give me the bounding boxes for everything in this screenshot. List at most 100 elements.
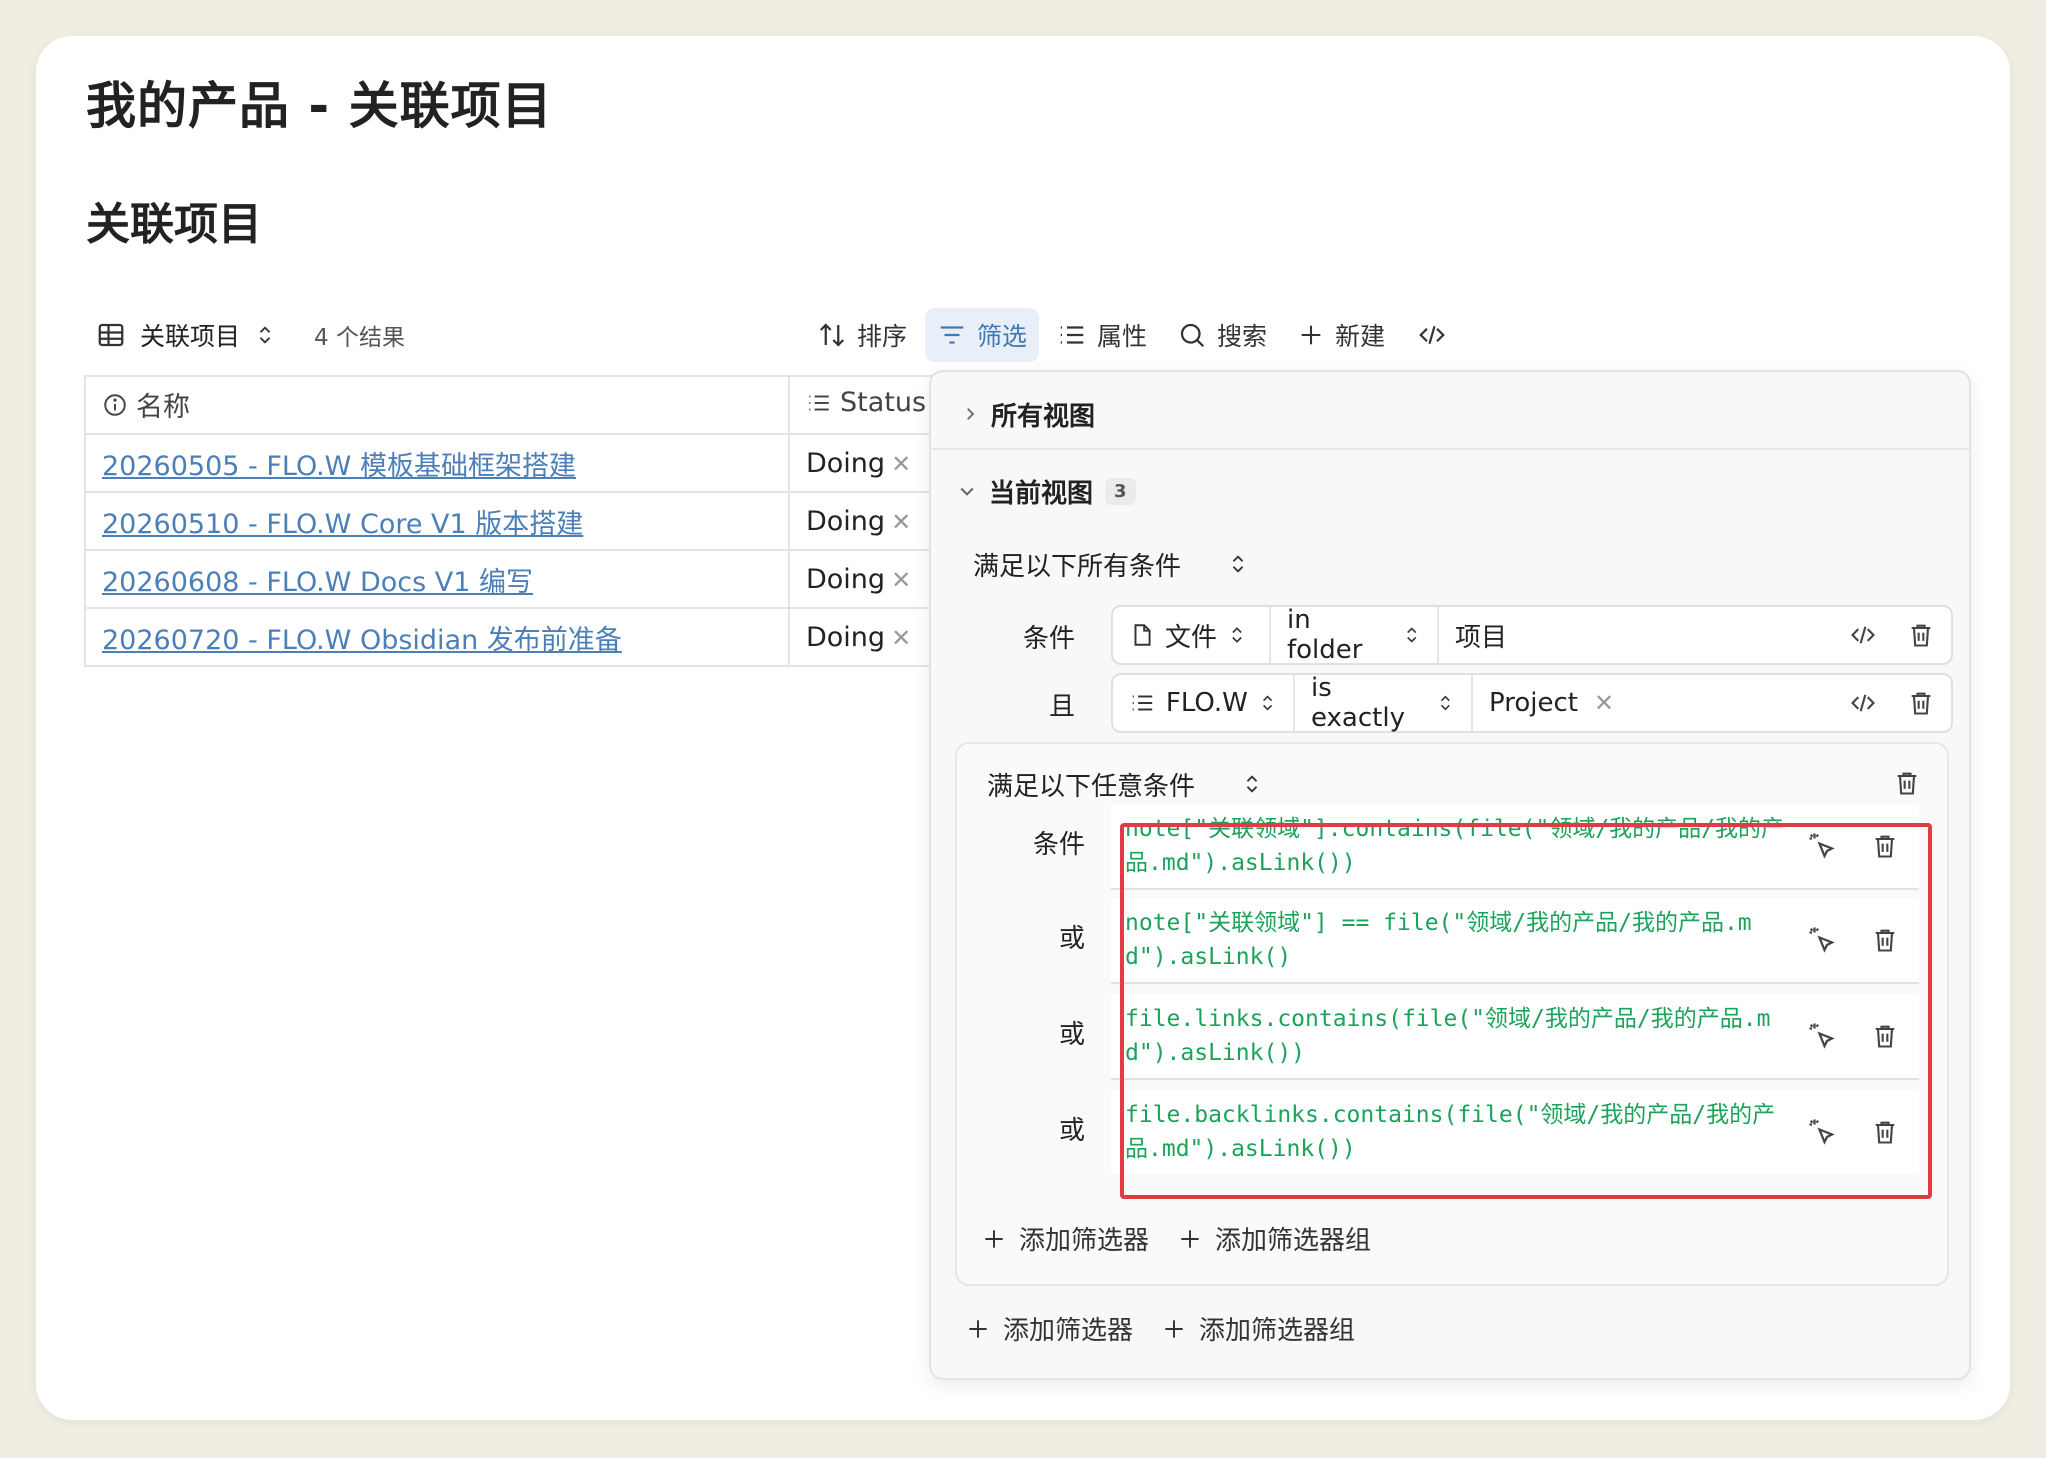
formula-text[interactable]: file.links.contains(file("领域/我的产品/我的产品.m… (1125, 1002, 1795, 1070)
table-row: 20260720 - FLO.W Obsidian 发布前准备 Doing ✕ (84, 607, 974, 667)
page-title: 我的产品 - 关联项目 (86, 77, 553, 135)
plus-icon (1165, 1319, 1183, 1338)
new-button[interactable]: 新建 (1285, 308, 1397, 362)
code-icon[interactable] (1847, 689, 1879, 717)
formula-text[interactable]: note["关联领域"] == file("领域/我的产品/我的产品.md").… (1125, 906, 1795, 974)
current-view-count: 3 (1105, 477, 1136, 505)
row-actions (1807, 898, 1899, 982)
status-value: Doing (806, 447, 886, 479)
remove-icon[interactable]: ✕ (1594, 689, 1614, 717)
remove-icon[interactable]: ✕ (891, 624, 911, 652)
filter-button[interactable]: 筛选 (925, 308, 1040, 362)
operator-select[interactable]: in folder (1271, 605, 1439, 665)
group-add-filter-button[interactable]: 添加筛选器 (981, 1220, 1149, 1257)
add-filter-label: 添加筛选器 (1019, 1226, 1150, 1256)
table-row: 20260505 - FLO.W 模板基础框架搭建 Doing ✕ (84, 433, 974, 493)
value-input[interactable]: 项目 (1439, 607, 1523, 663)
filter-panel: 所有视图 当前视图 3 满足以下所有条件 条件 文件 in folder 项目 … (929, 370, 1971, 1380)
table-icon (98, 323, 124, 347)
property-select[interactable]: FLO.W (1113, 675, 1295, 731)
code-icon[interactable] (1847, 621, 1879, 649)
trash-icon[interactable] (1893, 768, 1921, 798)
properties-label: 属性 (1097, 322, 1148, 351)
trash-icon[interactable] (1871, 1021, 1899, 1051)
operator-select[interactable]: is exactly (1295, 673, 1473, 733)
condition-label: 或 (1058, 1020, 1085, 1050)
group-add-group-button[interactable]: 添加筛选器组 (1177, 1220, 1371, 1257)
row-actions (1847, 675, 1935, 731)
plus-icon (985, 1229, 1003, 1248)
header-status-label: Status (840, 387, 927, 419)
chevron-updown-icon (1262, 695, 1272, 711)
add-group-button[interactable]: 添加筛选器组 (1161, 1310, 1355, 1347)
list-icon (1132, 695, 1153, 711)
match-all-select[interactable]: 满足以下所有条件 (973, 542, 1249, 586)
formula-row: note["关联领域"].contains(file("领域/我的产品/我的产品… (1111, 804, 1919, 890)
add-group-label: 添加筛选器组 (1199, 1316, 1356, 1346)
trash-icon[interactable] (1871, 1117, 1899, 1147)
add-filter-button[interactable]: 添加筛选器 (965, 1310, 1133, 1347)
status-value: Doing (806, 505, 886, 537)
search-icon (1180, 323, 1205, 348)
filter-label: 筛选 (977, 322, 1028, 351)
plus-icon (1181, 1229, 1199, 1248)
all-views-toggle[interactable]: 所有视图 (961, 394, 1095, 434)
chevron-right-icon (967, 408, 975, 420)
list-icon (1060, 326, 1084, 344)
trash-icon[interactable] (1907, 620, 1935, 650)
trash-icon[interactable] (1871, 925, 1899, 955)
operator-value: is exactly (1311, 673, 1405, 733)
chevron-updown-icon (1406, 627, 1416, 643)
formula-text[interactable]: file.backlinks.contains(file("领域/我的产品/我的… (1125, 1098, 1795, 1166)
match-all-label: 满足以下所有条件 (973, 551, 1182, 582)
status-value: Doing (806, 621, 886, 653)
trash-icon[interactable] (1871, 831, 1899, 861)
filter-row: 文件 in folder 项目 (1111, 605, 1953, 665)
header-name[interactable]: 名称 (84, 375, 790, 435)
remove-icon[interactable]: ✕ (891, 508, 911, 536)
row-link[interactable]: 20260608 - FLO.W Docs V1 编写 (102, 567, 533, 598)
cursor-click-icon[interactable] (1807, 925, 1837, 955)
search-button[interactable]: 搜索 (1165, 308, 1279, 362)
status-value: Doing (806, 563, 886, 595)
row-actions (1807, 1090, 1899, 1174)
group-add-row: 添加筛选器 添加筛选器组 (981, 1220, 1371, 1257)
panel-add-row: 添加筛选器 添加筛选器组 (965, 1310, 1355, 1347)
current-view-toggle[interactable]: 当前视图 3 (957, 468, 1136, 514)
view-switcher[interactable]: 关联项目 4 个结果 (96, 312, 405, 358)
condition-label: 且 (1048, 692, 1075, 722)
cursor-click-icon[interactable] (1807, 1117, 1837, 1147)
code-view-button[interactable] (1403, 308, 1461, 362)
remove-icon[interactable]: ✕ (891, 566, 911, 594)
match-any-label: 满足以下任意条件 (987, 771, 1196, 802)
value-input[interactable]: Project ✕ (1473, 675, 1630, 731)
info-icon (104, 394, 126, 416)
property-value: FLO.W (1165, 688, 1248, 718)
file-icon (1134, 624, 1151, 646)
trash-icon[interactable] (1907, 688, 1935, 718)
row-link[interactable]: 20260505 - FLO.W 模板基础框架搭建 (102, 451, 576, 482)
list-icon (809, 395, 829, 411)
filter-row: FLO.W is exactly Project ✕ (1111, 673, 1953, 733)
cursor-click-icon[interactable] (1807, 831, 1837, 861)
cursor-click-icon[interactable] (1807, 1021, 1837, 1051)
properties-button[interactable]: 属性 (1045, 308, 1159, 362)
value-text: 项目 (1455, 622, 1508, 653)
sort-icon (819, 323, 845, 347)
match-any-select[interactable]: 满足以下任意条件 (987, 762, 1263, 806)
code-icon (1419, 325, 1445, 345)
condition-label: 条件 (1032, 830, 1085, 860)
divider (931, 448, 1969, 450)
all-views-label: 所有视图 (991, 401, 1096, 432)
row-link[interactable]: 20260510 - FLO.W Core V1 版本搭建 (102, 509, 583, 540)
chevron-updown-icon (1246, 775, 1258, 793)
condition-label: 或 (1058, 1116, 1085, 1146)
table-header-row: 名称 Status (84, 375, 974, 435)
value-text: Project (1489, 688, 1578, 718)
plus-icon (969, 1319, 987, 1338)
formula-text[interactable]: note["关联领域"].contains(file("领域/我的产品/我的产品… (1125, 812, 1795, 880)
remove-icon[interactable]: ✕ (891, 450, 911, 478)
row-link[interactable]: 20260720 - FLO.W Obsidian 发布前准备 (102, 625, 622, 656)
property-select[interactable]: 文件 (1113, 607, 1271, 663)
sort-button[interactable]: 排序 (805, 308, 919, 362)
